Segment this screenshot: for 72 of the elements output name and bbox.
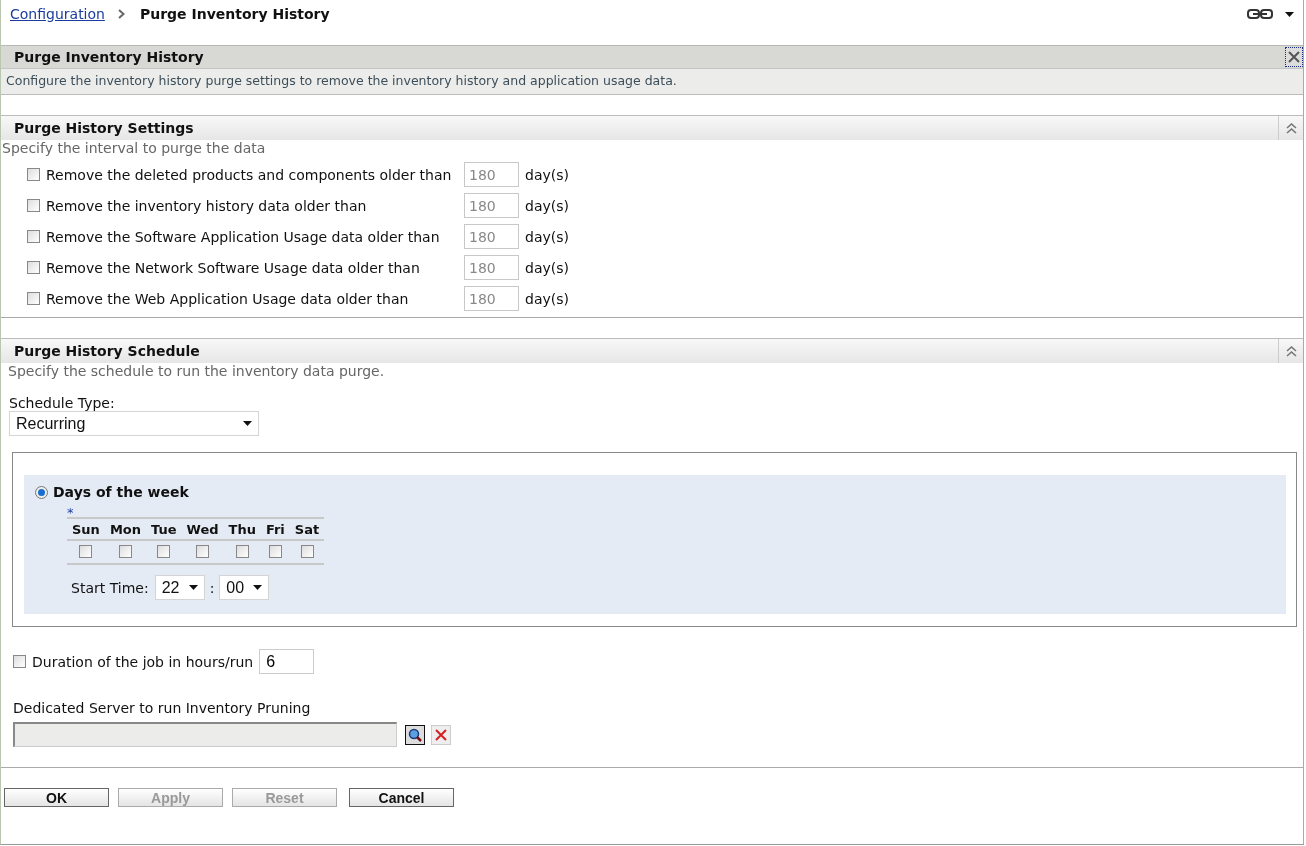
- hours-field[interactable]: 6: [259, 649, 315, 674]
- option-label: Duration of the job in hours/run: [32, 653, 254, 670]
- field-label: Schedule Type:: [8, 395, 116, 411]
- checkbox[interactable]: [27, 199, 40, 212]
- radio-label: Days of the week: [53, 484, 189, 500]
- section-hint: Specify the schedule to run the inventory data purge.: [7, 363, 386, 379]
- day-header: Fri: [260, 518, 290, 540]
- checkbox[interactable]: [118, 545, 132, 558]
- day-header: Mon: [104, 518, 146, 540]
- days-field[interactable]: 180: [464, 193, 519, 218]
- checkbox[interactable]: [300, 545, 314, 558]
- section-title: Purge History Schedule: [14, 343, 200, 359]
- day-header: Tue: [146, 518, 182, 540]
- section-hint: Specify the interval to purge the data: [1, 140, 267, 156]
- checkbox[interactable]: [235, 545, 249, 558]
- link-icon: [1247, 9, 1273, 19]
- checkbox[interactable]: [27, 292, 40, 305]
- radio-button[interactable]: [35, 485, 48, 499]
- option-label: Remove the inventory history data older than: [46, 197, 368, 214]
- caret-icon: [243, 421, 252, 426]
- day-header: Wed: [181, 518, 224, 540]
- caret-icon: [188, 585, 198, 590]
- unit-label: day(s): [525, 166, 569, 183]
- days-field[interactable]: 180: [464, 286, 519, 311]
- close-icon: [1288, 51, 1300, 63]
- option-label: Remove the deleted products and components older than: [46, 166, 453, 183]
- minute-dropdown[interactable]: 00: [219, 575, 270, 600]
- clear-icon: [435, 728, 447, 741]
- hour-dropdown[interactable]: 22: [154, 575, 205, 600]
- checkbox[interactable]: [27, 261, 40, 274]
- section-title: Purge History Settings: [14, 120, 194, 136]
- checkbox[interactable]: [157, 545, 171, 558]
- dialog-button[interactable]: Cancel: [349, 788, 454, 807]
- checkbox[interactable]: [27, 168, 40, 181]
- checkbox[interactable]: [27, 230, 40, 243]
- schedule-type-dropdown[interactable]: Recurring: [9, 411, 259, 436]
- panel-description: Configure the inventory history purge settings to remove the inventory history and application usage data.: [1, 69, 1303, 95]
- day-header: Sat: [289, 518, 325, 540]
- day-header: Sun: [67, 518, 105, 540]
- caret-icon: [253, 585, 263, 590]
- unit-label: day(s): [525, 259, 569, 276]
- collapse-icon: [1285, 122, 1297, 134]
- option-label: Remove the Network Software Usage data older than: [46, 259, 421, 276]
- day-header: Thu: [223, 518, 261, 540]
- dialog-button[interactable]: OK: [4, 788, 109, 807]
- close-button[interactable]: [1285, 47, 1303, 67]
- checkbox[interactable]: [79, 545, 93, 558]
- checkbox[interactable]: [13, 655, 26, 668]
- panel-title: Purge Inventory History: [14, 49, 204, 65]
- required-mark: *: [67, 508, 75, 517]
- days-field[interactable]: 180: [464, 162, 519, 187]
- days-field[interactable]: 180: [464, 255, 519, 280]
- option-label: Remove the Web Application Usage data older than: [46, 290, 410, 307]
- field-label: Start Time:: [71, 579, 149, 596]
- option-label: Remove the Software Application Usage data older than: [46, 228, 441, 245]
- search-button[interactable]: [405, 724, 425, 745]
- unit-label: day(s): [525, 197, 569, 214]
- days-field[interactable]: 180: [464, 224, 519, 249]
- caret-icon: [1285, 11, 1294, 17]
- field-label: Dedicated Server to run Inventory Pruning: [12, 700, 312, 716]
- breadcrumb-link[interactable]: Configuration: [10, 6, 105, 22]
- collapse-icon: [1285, 345, 1297, 357]
- server-field[interactable]: [13, 722, 397, 747]
- unit-label: day(s): [525, 228, 569, 245]
- unit-label: day(s): [525, 290, 569, 307]
- checkbox[interactable]: [196, 545, 209, 558]
- breadcrumb-current: Purge Inventory History: [139, 6, 330, 22]
- time-separator: :: [209, 579, 215, 596]
- chevron-icon: [117, 9, 125, 19]
- clear-button[interactable]: [431, 724, 451, 745]
- search-icon: [408, 727, 422, 742]
- checkbox[interactable]: [268, 545, 282, 558]
